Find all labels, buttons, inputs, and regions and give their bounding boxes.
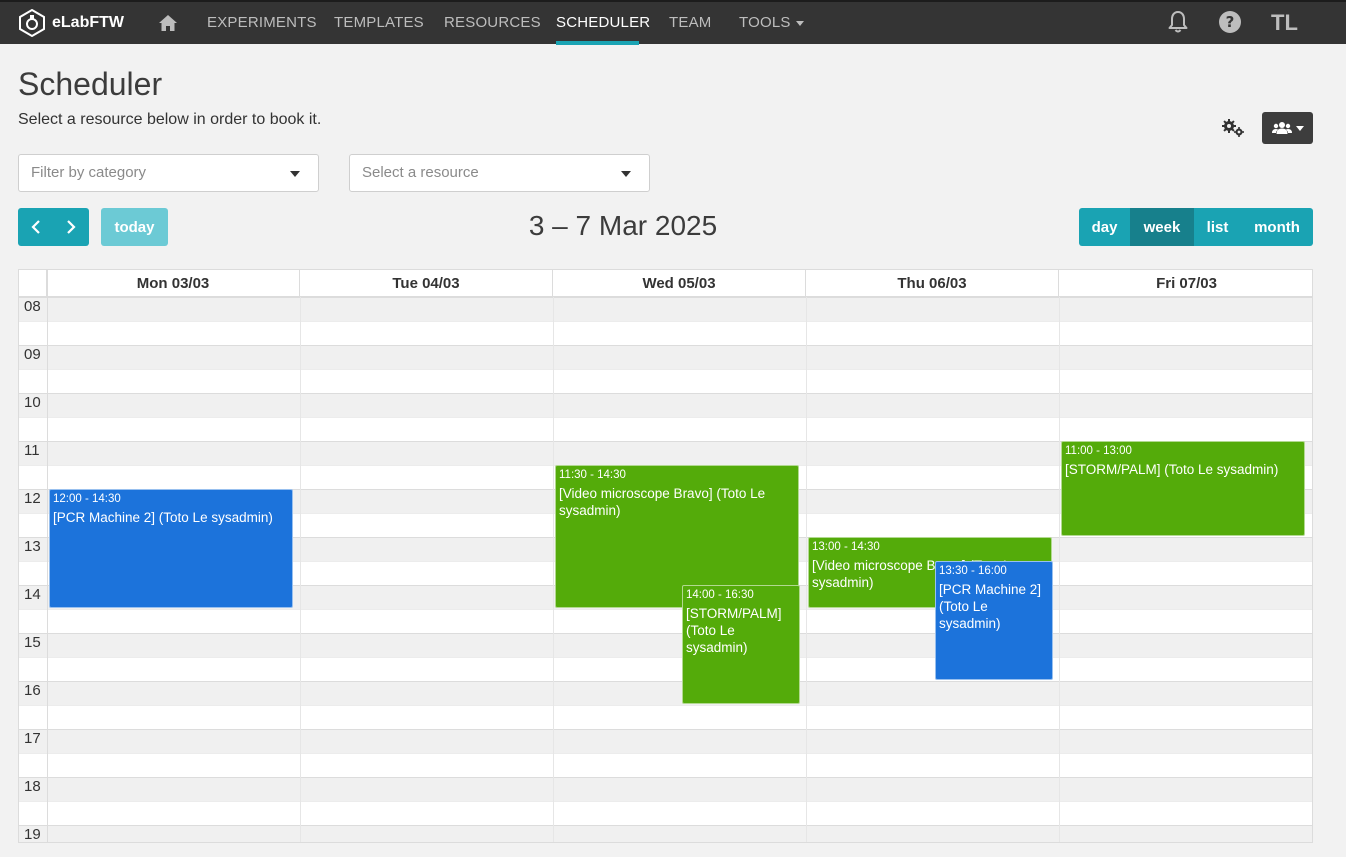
half-hour-slot-row[interactable] [19, 705, 1312, 729]
nav-templates[interactable]: TEMPLATES [334, 14, 424, 31]
hour-slot-row[interactable] [19, 777, 1312, 801]
time-gutter-divider [47, 270, 48, 842]
hour-slot-row[interactable] [19, 393, 1312, 417]
resource-select[interactable]: Select a resource [349, 154, 650, 192]
view-month-button[interactable]: month [1241, 208, 1313, 246]
hour-slot-row[interactable] [19, 633, 1312, 657]
day-header-wed: Wed 05/03 [553, 270, 806, 297]
half-hour-slot-row[interactable] [19, 609, 1312, 633]
team-filter-button[interactable] [1262, 112, 1313, 144]
chevron-down-icon [290, 171, 300, 177]
event-time: 11:00 - 13:00 [1065, 445, 1132, 457]
hour-label: 19 [24, 826, 41, 843]
half-hour-slot-row[interactable] [19, 321, 1312, 345]
brand-logo-link[interactable]: eLabFTW [18, 8, 124, 38]
calendar-event[interactable]: 14:00 - 16:30 [STORM/PALM] (Toto Le sysad… [682, 585, 800, 704]
event-title: [Video microscope Bravo] (Toto Le sysadm… [559, 486, 766, 518]
hour-slot-row[interactable] [19, 345, 1312, 369]
nav-tools-dropdown[interactable]: TOOLS [739, 14, 804, 31]
chevron-down-icon [795, 20, 804, 26]
elabftw-logo-icon [19, 9, 45, 37]
view-list-button[interactable]: list [1194, 208, 1241, 246]
hour-label: 18 [24, 778, 41, 795]
day-column-divider [806, 297, 807, 842]
event-time: 14:00 - 16:30 [686, 589, 754, 601]
brand-name: eLabFTW [52, 14, 124, 31]
next-button[interactable] [54, 208, 90, 246]
half-hour-slot-row[interactable] [19, 801, 1312, 825]
calendar-event[interactable]: 11:00 - 13:00 [STORM/PALM] (Toto Le sysad… [1061, 441, 1305, 536]
view-day-button[interactable]: day [1079, 208, 1130, 246]
event-title: [STORM/PALM] (Toto Le sysadmin) [1065, 462, 1279, 477]
nav-team[interactable]: TEAM [669, 14, 711, 31]
hour-label: 17 [24, 730, 41, 747]
chevron-right-icon [67, 220, 76, 234]
page-title: Scheduler [18, 66, 163, 102]
day-column-divider [553, 297, 554, 842]
top-navbar: eLabFTW EXPERIMENTS TEMPLATES RESOURCES … [0, 0, 1346, 45]
hour-label: 12 [24, 490, 41, 507]
event-time: 12:00 - 14:30 [53, 493, 121, 505]
chevron-left-icon [31, 220, 40, 234]
gears-icon[interactable] [1221, 118, 1245, 138]
time-gutter-header [19, 270, 47, 297]
day-header-fri: Fri 07/03 [1059, 270, 1312, 297]
half-hour-slot-row[interactable] [19, 753, 1312, 777]
category-filter-placeholder: Filter by category [31, 164, 147, 181]
half-hour-slot-row[interactable] [19, 417, 1312, 441]
user-avatar-initials[interactable]: TL [1271, 10, 1298, 36]
view-week-button[interactable]: week [1130, 208, 1194, 246]
hour-slot-row[interactable] [19, 681, 1312, 705]
day-column-divider [300, 297, 301, 842]
active-nav-indicator [556, 41, 639, 45]
bell-icon[interactable] [1167, 10, 1189, 34]
hour-label: 08 [24, 298, 41, 315]
nav-scheduler[interactable]: SCHEDULER [556, 14, 650, 31]
help-icon[interactable]: ? [1218, 10, 1242, 34]
event-title: [PCR Machine 2] (Toto Le sysadmin) [939, 582, 1042, 631]
hour-label: 09 [24, 346, 41, 363]
category-filter-select[interactable]: Filter by category [18, 154, 319, 192]
hour-slot-row[interactable] [19, 729, 1312, 753]
nav-experiments[interactable]: EXPERIMENTS [207, 14, 317, 31]
hour-label: 14 [24, 586, 41, 603]
resource-select-placeholder: Select a resource [362, 164, 479, 181]
day-header-tue: Tue 04/03 [300, 270, 553, 297]
half-hour-slot-row[interactable] [19, 369, 1312, 393]
hour-label: 15 [24, 634, 41, 651]
half-hour-slot-row[interactable] [19, 657, 1312, 681]
page-subtitle: Select a resource below in order to book… [18, 111, 322, 128]
hour-label: 16 [24, 682, 41, 699]
hour-label: 11 [24, 442, 40, 459]
event-time: 11:30 - 14:30 [559, 469, 626, 481]
today-button[interactable]: today [101, 208, 168, 246]
hour-label: 10 [24, 394, 41, 411]
users-icon [1271, 122, 1292, 134]
event-title: [STORM/PALM] (Toto Le sysadmin) [686, 606, 782, 655]
date-range-title: 3 – 7 Mar 2025 [528, 210, 718, 241]
view-switcher: day week list month [1079, 208, 1313, 246]
hour-slot-row[interactable] [19, 825, 1312, 842]
day-header-mon: Mon 03/03 [47, 270, 300, 297]
chevron-down-icon [1295, 125, 1304, 131]
event-time: 13:00 - 14:30 [812, 541, 880, 553]
event-title: [PCR Machine 2] (Toto Le sysadmin) [53, 510, 273, 525]
prev-button[interactable] [18, 208, 54, 246]
week-calendar: Mon 03/03 Tue 04/03 Wed 05/03 Thu 06/03 … [18, 269, 1313, 843]
chevron-down-icon [621, 171, 631, 177]
home-icon[interactable] [158, 14, 178, 32]
svg-text:?: ? [1226, 13, 1235, 31]
event-time: 13:30 - 16:00 [939, 565, 1007, 577]
prev-next-group [18, 208, 89, 246]
nav-tools-label: TOOLS [739, 14, 791, 31]
day-header-thu: Thu 06/03 [806, 270, 1059, 297]
day-column-divider [1059, 297, 1060, 842]
calendar-event[interactable]: 12:00 - 14:30 [PCR Machine 2] (Toto Le sy… [49, 489, 293, 608]
nav-resources[interactable]: RESOURCES [444, 14, 541, 31]
hour-slot-row[interactable] [19, 297, 1312, 321]
calendar-event[interactable]: 13:30 - 16:00 [PCR Machine 2] (Toto Le sy… [935, 561, 1053, 680]
hour-label: 13 [24, 538, 41, 555]
